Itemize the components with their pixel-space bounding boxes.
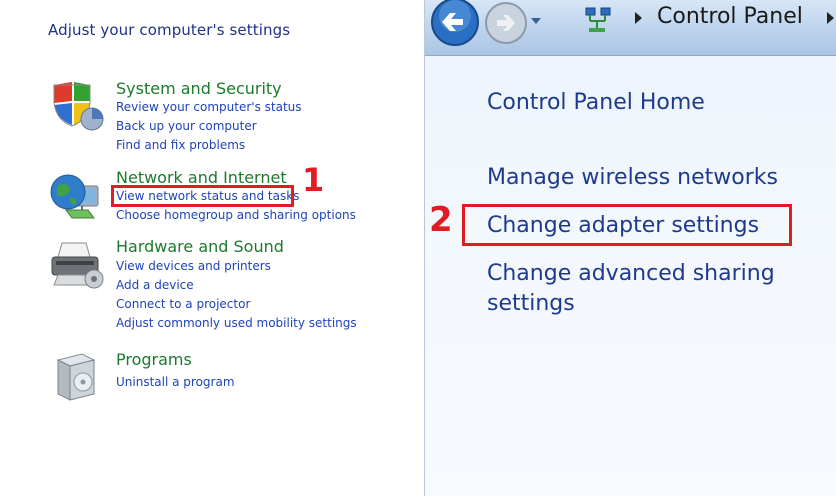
- network-icon: [585, 7, 611, 32]
- chevron-right-icon[interactable]: [823, 10, 836, 26]
- breadcrumb-control-panel[interactable]: Control Panel: [657, 4, 803, 29]
- chevron-right-icon[interactable]: [631, 10, 645, 26]
- printer-icon[interactable]: [48, 237, 104, 293]
- highlight-box-adapter-settings: [462, 204, 792, 246]
- category-title-programs[interactable]: Programs: [116, 350, 192, 369]
- link-control-panel-home[interactable]: Control Panel Home: [487, 90, 705, 115]
- link-backup[interactable]: Back up your computer: [116, 119, 257, 133]
- link-find-fix[interactable]: Find and fix problems: [116, 138, 245, 152]
- link-change-advanced-sharing[interactable]: Change advanced sharing: [487, 261, 775, 286]
- globe-network-icon[interactable]: [48, 170, 104, 226]
- control-panel-category-view: Adjust your computer's settings System a…: [0, 0, 418, 496]
- page-heading: Adjust your computer's settings: [48, 21, 291, 39]
- annotation-step-1: 1: [302, 161, 325, 199]
- navigation-toolbar: Control Panel: [425, 0, 836, 56]
- link-connect-projector[interactable]: Connect to a projector: [116, 297, 250, 311]
- highlight-box-view-network: [111, 185, 294, 207]
- link-review-status[interactable]: Review your computer's status: [116, 100, 302, 114]
- link-change-advanced-sharing-cont[interactable]: settings: [487, 291, 575, 316]
- link-add-device[interactable]: Add a device: [116, 278, 194, 292]
- link-homegroup-sharing[interactable]: Choose homegroup and sharing options: [116, 208, 356, 222]
- link-mobility-settings[interactable]: Adjust commonly used mobility settings: [116, 316, 357, 330]
- category-programs: Programs Uninstall a program: [48, 350, 408, 410]
- category-title-system-security[interactable]: System and Security: [116, 79, 282, 98]
- link-uninstall-program[interactable]: Uninstall a program: [116, 375, 235, 389]
- link-devices-printers[interactable]: View devices and printers: [116, 259, 271, 273]
- back-arrow-icon[interactable]: [429, 0, 481, 48]
- shield-icon[interactable]: [48, 79, 104, 135]
- category-hardware-sound: Hardware and Sound View devices and prin…: [48, 237, 408, 337]
- link-manage-wireless[interactable]: Manage wireless networks: [487, 165, 778, 190]
- programs-box-icon[interactable]: [48, 350, 104, 406]
- annotation-step-2: 2: [429, 200, 453, 240]
- forward-arrow-icon[interactable]: [483, 0, 529, 46]
- chevron-down-icon[interactable]: [529, 14, 543, 28]
- network-sharing-center-sidebar: Control Panel Control Panel Home Manage …: [424, 0, 836, 496]
- category-system-security: System and Security Review your computer…: [48, 79, 408, 159]
- category-title-hardware-sound[interactable]: Hardware and Sound: [116, 237, 284, 256]
